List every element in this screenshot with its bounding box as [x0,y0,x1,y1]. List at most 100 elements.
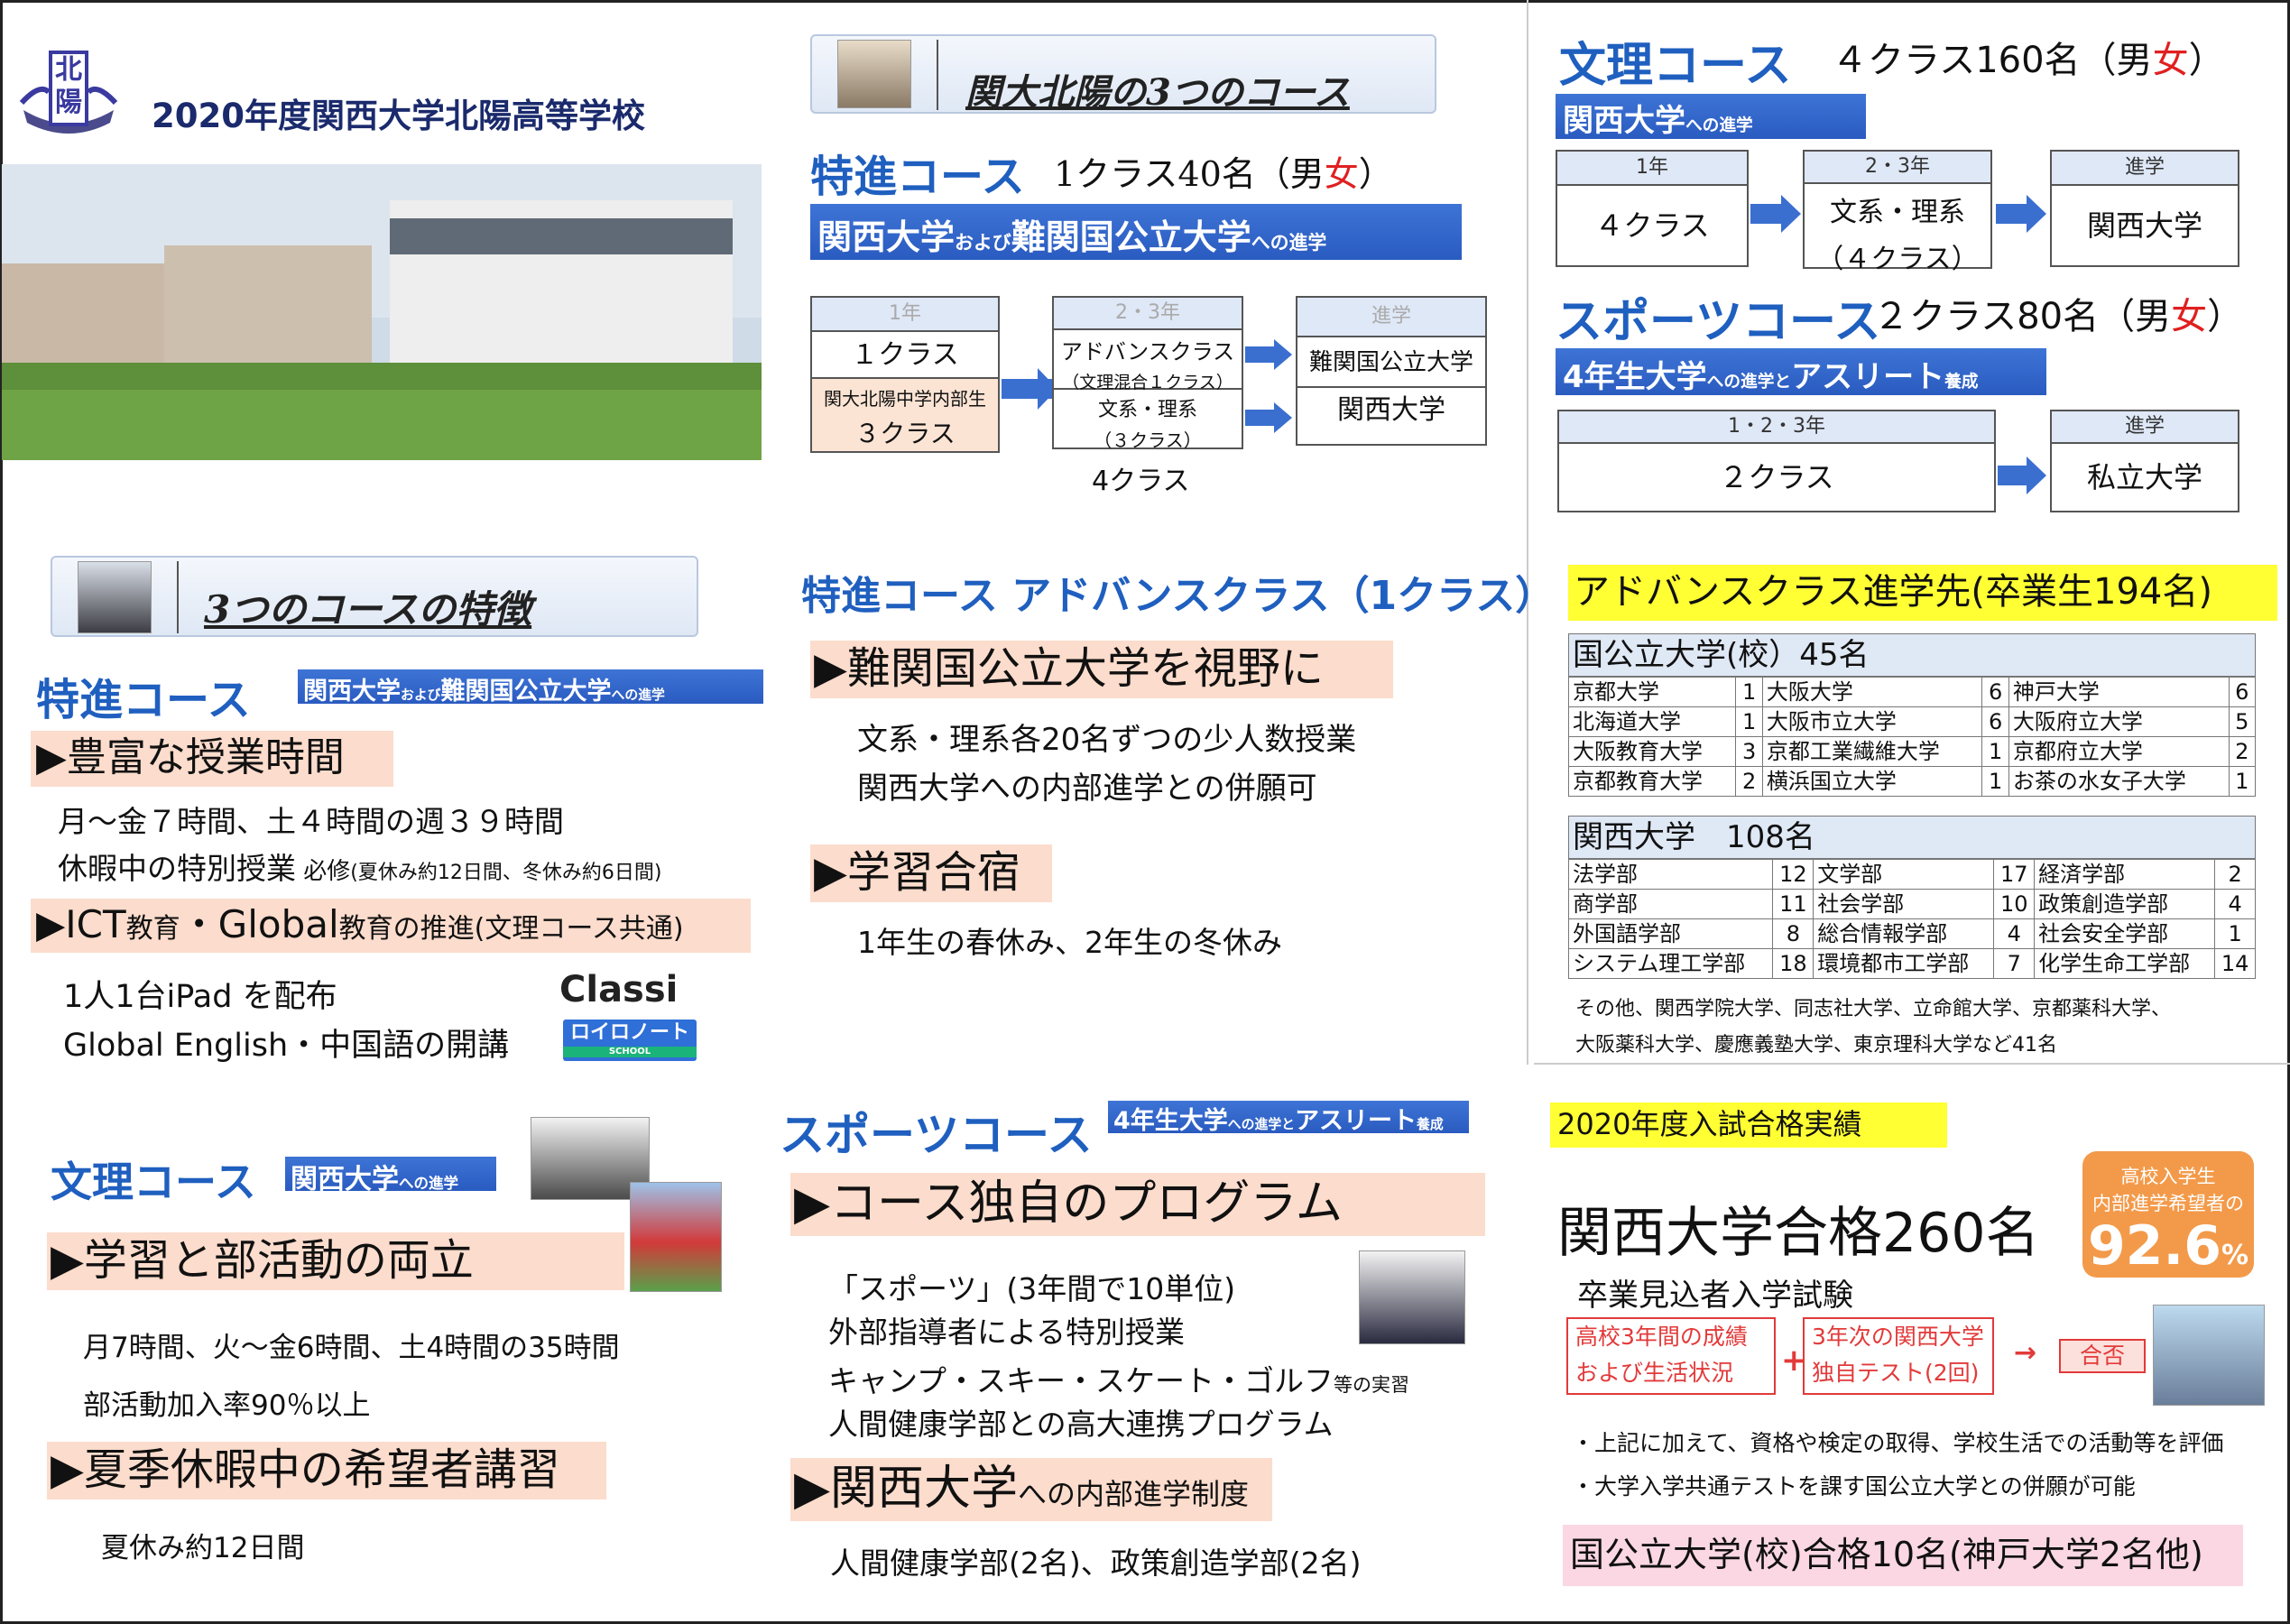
table-cell-count: 2 [2228,736,2257,767]
table-cell-name: 文学部 [1813,859,1995,890]
feat-bunri-summer-text: 夏休み約12日間 [101,1532,305,1564]
table-cell-name: 政策創造学部 [2034,889,2216,919]
student-photo [2153,1305,2265,1406]
table-cell-count: 4 [1993,918,2036,949]
tokushin-banner: 関西大学および難関国公立大学への進学 [810,204,1462,260]
results-other-2: 大阪薬科大学、慶應義塾大学、東京理科大学など41名 [1575,1034,2057,1057]
bunri-course-name: 文理コース [1559,39,1792,93]
feat-tokushin-vacation-text: 休暇中の特別授業 必修(夏休み約12日間、冬休み約6日間) [58,851,662,886]
table-cell-name: 経済学部 [2034,859,2216,890]
table-cell-name: 神戸大学 [2008,677,2230,707]
table-cell-name: 京都工業繊維大学 [1761,736,1983,767]
table-cell-name: 社会安全学部 [2034,918,2216,949]
results-national-head: 国公立大学(校）45名 [1568,633,2256,677]
courses-header-title: 関大北陽の3つのコース [965,71,1350,114]
feat-tokushin-heading-ict: ▶ICT教育・Global教育の推進(文理コース共通) [31,899,751,953]
feat-sports-text-4: 人間健康学部との高大連携プログラム [828,1407,1334,1442]
feat-sports-text-5: 人間健康学部(2名)、政策創造学部(2名) [830,1546,1362,1581]
results-kandai-head: 関西大学 108名 [1568,816,2256,859]
table-cell-name: 大阪教育大学 [1567,736,1737,767]
table-cell-name: 法学部 [1567,859,1774,890]
results-other-1: その他、関西学院大学、同志社大学、立命館大学、京都薬科大学、 [1575,998,2172,1020]
table-cell-name: 環境都市工学部 [1813,948,1995,979]
feat-sports-banner: 4年生大学への進学とアスリート養成 [1108,1101,1469,1135]
flow-arrow [1274,402,1292,433]
tokushin-flow-out: 進学 難関国公立大学 関西大学 [1296,296,1487,446]
table-cell-name: 北海道大学 [1567,706,1737,737]
tokushin-course-name: 特進コース [810,152,1025,202]
table-row: 商学部 11 社会学部 10 政策創造学部 4 [1567,889,2256,919]
feat-tokushin-hours-text: 月～金７時間、土４時間の週３９時間 [58,804,564,839]
athlete-photo [1359,1250,1465,1344]
feat-sports-text-3: キャンプ・スキー・スケート・ゴルフ等の実習 [828,1363,1410,1398]
table-cell-count: 1 [2214,918,2256,949]
tokushin-total-classes: 4クラス [1092,466,1190,497]
feat-sports-text-2: 外部指導者による特別授業 [828,1315,1186,1350]
classi-logo: Classi [559,969,679,1010]
table-cell-name: 総合情報学部 [1813,918,1995,949]
table-cell-count: 17 [1993,859,2036,890]
table-cell-name: 京都府立大学 [2008,736,2230,767]
features-header-title: 3つのコースの特徴 [204,587,532,632]
table-cell-count: 1 [1981,736,2009,767]
table-cell-count: 11 [1772,889,1814,919]
table-cell-count: 7 [1993,948,2036,979]
feat-tokushin-heading-hours: ▶豊富な授業時間 [31,731,393,787]
exam-title: 2020年度入試合格実績 [1550,1103,1947,1148]
table-cell-count: 2 [1735,766,1763,797]
table-cell-count: 10 [1993,889,2036,919]
table-cell-count: 12 [1772,859,1814,890]
feat-sports-text-1: 「スポーツ」(3年間で10単位) [828,1271,1236,1306]
table-cell-name: 大阪市立大学 [1761,706,1983,737]
feat-bunri-club-rate-text: 部活動加入率90％以上 [83,1389,371,1422]
exam-subtitle: 卒業見込者入学試験 [1577,1278,1853,1314]
sports-class-count: ２クラス80名（男女） [1873,296,2244,337]
table-cell-name: 外国語学部 [1567,918,1774,949]
table-cell-name: 大阪大学 [1761,677,1983,707]
table-cell-count: 14 [2214,948,2256,979]
exam-criterion-test: 3年次の関西大学 独自テスト(2回) [1803,1317,1994,1395]
exam-criterion-grades: 高校3年間の成績 および生活状況 [1566,1317,1776,1395]
advance-small-class-text: 文系・理系各20名ずつの少人数授業 [857,722,1357,758]
table-row: 京都教育大学 2 横浜国立大学 1 お茶の水女子大学 1 [1567,766,2257,797]
arrow-icon: → [2014,1337,2037,1369]
table-cell-count: 6 [1981,706,2009,737]
soccer-player-photo [630,1182,722,1292]
table-cell-count: 6 [1981,677,2009,707]
flow-arrow [1781,195,1801,233]
table-cell-name: 商学部 [1567,889,1774,919]
table-row: システム理工学部 18 環境都市工学部 7 化学生命工学部 14 [1567,948,2256,979]
bunri-flow-year23: 2・3年 文系・理系 （４クラス） [1803,150,1992,275]
bunri-class-count: ４クラス160名（男女） [1832,40,2225,81]
sports-flow-years: 1・2・3年 ２クラス [1557,410,1996,512]
exam-national-result: 国公立大学(校)合格10名(神戸大学2名他) [1563,1525,2243,1586]
table-cell-name: 横浜国立大学 [1761,766,1983,797]
table-cell-count: 1 [2228,766,2257,797]
table-cell-name: 化学生命工学部 [2034,948,2216,979]
flow-arrow [1274,339,1292,370]
table-cell-name: システム理工学部 [1567,948,1774,979]
advance-heading-camp: ▶学習合宿 [810,844,1052,902]
bunri-banner: 関西大学への進学 [1556,94,1866,139]
exam-pass-fail: 合否 [2059,1339,2146,1373]
exam-note-2: ・大学入学共通テストを課す国公立大学との併願が可能 [1572,1473,2136,1499]
table-cell-count: 3 [1735,736,1763,767]
feat-tokushin-name: 特進コース [36,675,251,725]
bunri-flow-out: 進学 関西大学 [2050,150,2239,267]
table-cell-count: 1 [1735,677,1763,707]
advance-internal-text: 関西大学への内部進学との併願可 [857,770,1317,807]
feat-bunri-banner: 関西大学への進学 [285,1157,496,1195]
table-cell-count: 4 [2214,889,2256,919]
exam-note-1: ・上記に加えて、資格や検定の取得、学校生活での活動等を評価 [1572,1430,2224,1456]
flow-arrow [2027,195,2046,233]
table-row: 法学部 12 文学部 17 経済学部 2 [1567,859,2256,890]
internal-rate-badge: 高校入学生 内部進学希望者の 92.6% [2082,1151,2254,1278]
sports-banner: 4年生大学への進学とアスリート養成 [1556,348,2046,395]
feat-bunri-heading-summer: ▶夏季休暇中の希望者講習 [47,1442,606,1499]
flow-arrow [2027,457,2046,494]
results-kandai-table: 法学部 12 文学部 17 経済学部 2 商学部 11 社会学部 10 政策創造学部 4 外国語学部 8 総… [1567,859,2256,979]
feat-sports-heading-program: ▶コース独自のプログラム [790,1173,1485,1236]
feat-sports-heading-internal: ▶関西大学への内部進学制度 [790,1458,1272,1521]
sports-flow-out: 進学 私立大学 [2050,410,2239,512]
table-cell-count: 5 [2228,706,2257,737]
